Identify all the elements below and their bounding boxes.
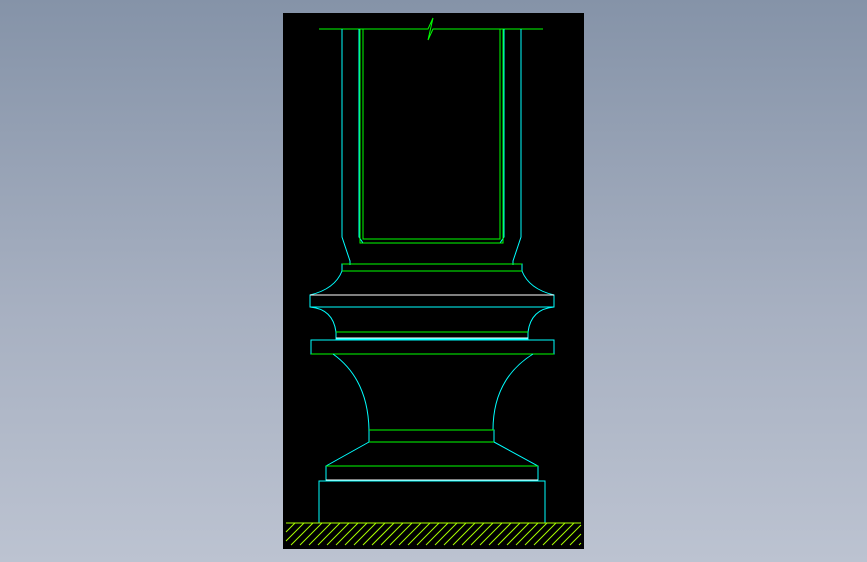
drawing-background <box>283 13 584 549</box>
column-base-drawing <box>283 13 584 549</box>
cad-viewport[interactable] <box>283 13 584 549</box>
